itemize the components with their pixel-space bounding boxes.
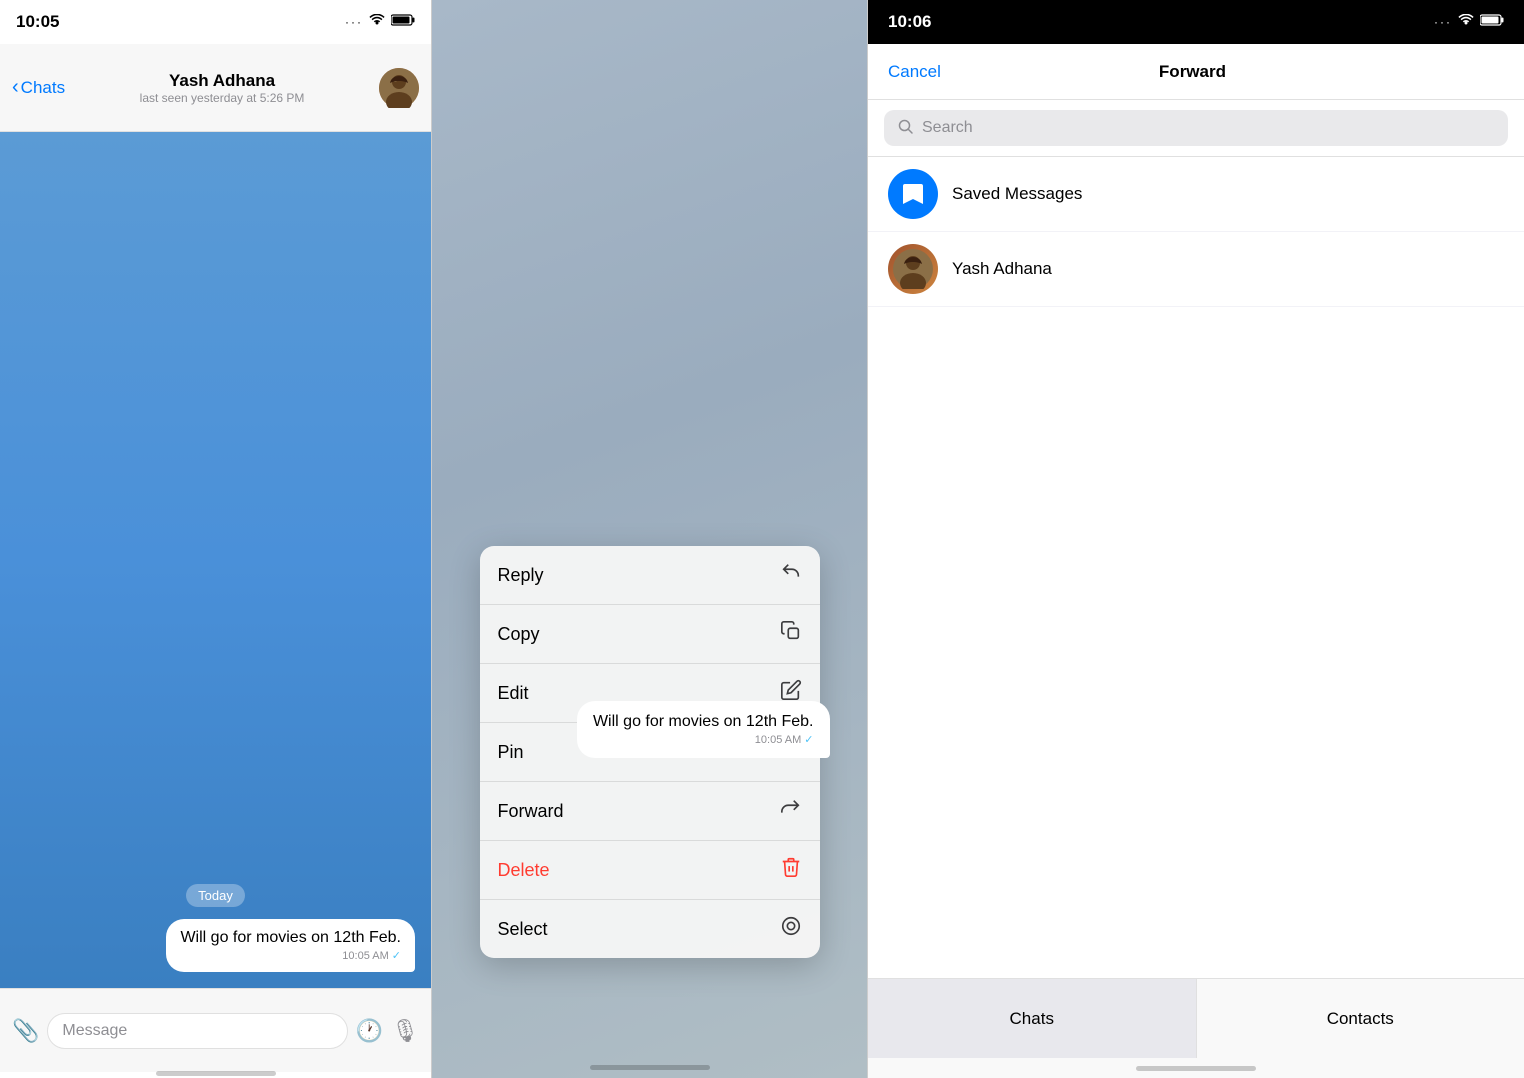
chat-header: ‹ Chats Yash Adhana last seen yesterday … bbox=[0, 44, 431, 132]
sticker-icon[interactable]: 🕐 bbox=[356, 1018, 383, 1044]
forward-home-indicator bbox=[868, 1058, 1524, 1078]
tab-chats-label: Chats bbox=[1010, 1009, 1054, 1029]
menu-item-forward-label: Forward bbox=[498, 801, 564, 822]
message-time: 10:05 AM bbox=[342, 950, 388, 962]
forward-list-item-yash[interactable]: Yash Adhana bbox=[868, 232, 1524, 307]
input-bar: 📎 Message 🕐 🎙 bbox=[0, 988, 431, 1072]
signal-icon: ··· bbox=[345, 15, 363, 29]
saved-messages-avatar bbox=[888, 169, 938, 219]
menu-item-reply-label: Reply bbox=[498, 565, 544, 586]
forward-signal-icon: ··· bbox=[1434, 15, 1452, 29]
menu-item-delete-label: Delete bbox=[498, 860, 550, 881]
context-home-indicator bbox=[590, 1065, 710, 1070]
menu-item-delete[interactable]: Delete bbox=[480, 841, 820, 900]
yash-avatar bbox=[888, 244, 938, 294]
select-icon bbox=[780, 915, 802, 943]
saved-messages-label: Saved Messages bbox=[952, 184, 1082, 204]
messages-area: Today Will go for movies on 12th Feb. 10… bbox=[0, 132, 431, 988]
cancel-button[interactable]: Cancel bbox=[888, 62, 941, 82]
mic-icon[interactable]: 🎙 bbox=[391, 1018, 419, 1044]
context-tick: ✓ bbox=[804, 733, 813, 746]
contact-status: last seen yesterday at 5:26 PM bbox=[140, 91, 305, 105]
home-bar bbox=[156, 1071, 276, 1076]
forward-title: Forward bbox=[1159, 62, 1226, 82]
search-input[interactable]: Search bbox=[884, 110, 1508, 146]
forward-panel: 10:06 ··· Cancel Forward Search bbox=[868, 0, 1524, 1078]
context-panel: Will go for movies on 12th Feb. 10:05 AM… bbox=[432, 0, 868, 1078]
forward-bottom-tabs: Chats Contacts bbox=[868, 978, 1524, 1058]
forward-status-time: 10:06 bbox=[888, 12, 931, 32]
delete-icon bbox=[780, 856, 802, 884]
back-label: Chats bbox=[21, 78, 65, 98]
forward-contact-list: Saved Messages Yash Adhana bbox=[868, 157, 1524, 978]
message-text: Will go for movies on 12th Feb. bbox=[180, 929, 401, 946]
copy-icon bbox=[780, 620, 802, 648]
forward-battery-icon bbox=[1480, 13, 1504, 31]
status-time: 10:05 bbox=[16, 12, 59, 32]
message-bubble[interactable]: Will go for movies on 12th Feb. 10:05 AM… bbox=[166, 919, 415, 972]
message-placeholder: Message bbox=[62, 1022, 127, 1040]
forward-status-bar: 10:06 ··· bbox=[868, 0, 1524, 44]
forward-wifi-icon bbox=[1458, 13, 1474, 31]
search-bar-container: Search bbox=[868, 100, 1524, 157]
home-indicator bbox=[0, 1072, 431, 1078]
context-meta: 10:05 AM ✓ bbox=[593, 733, 814, 746]
menu-item-select[interactable]: Select bbox=[480, 900, 820, 958]
forward-list-item-saved[interactable]: Saved Messages bbox=[868, 157, 1524, 232]
battery-icon bbox=[391, 13, 415, 31]
search-placeholder: Search bbox=[922, 119, 973, 137]
tab-chats[interactable]: Chats bbox=[868, 979, 1197, 1058]
forward-status-icons: ··· bbox=[1434, 13, 1504, 31]
date-label: Today bbox=[16, 884, 415, 907]
attach-icon[interactable]: 📎 bbox=[12, 1018, 39, 1044]
avatar[interactable] bbox=[379, 68, 419, 108]
menu-item-reply[interactable]: Reply bbox=[480, 546, 820, 605]
context-bubble-area: Will go for movies on 12th Feb. 10:05 AM… bbox=[470, 701, 830, 758]
menu-item-copy[interactable]: Copy bbox=[480, 605, 820, 664]
forward-icon bbox=[780, 797, 802, 825]
yash-adhana-label: Yash Adhana bbox=[952, 259, 1052, 279]
back-chevron-icon: ‹ bbox=[12, 76, 19, 99]
tab-contacts[interactable]: Contacts bbox=[1197, 979, 1524, 1058]
chat-panel: 10:05 ··· ‹ Chats Yash Adhana last seen … bbox=[0, 0, 432, 1078]
date-badge: Today bbox=[186, 884, 245, 907]
context-message-text: Will go for movies on 12th Feb. bbox=[593, 713, 814, 730]
message-tick: ✓ bbox=[392, 949, 401, 962]
context-time: 10:05 AM bbox=[755, 734, 801, 746]
message-meta: 10:05 AM ✓ bbox=[180, 949, 401, 962]
status-bar: 10:05 ··· bbox=[0, 0, 431, 44]
status-icons: ··· bbox=[345, 13, 415, 31]
context-message-bubble: Will go for movies on 12th Feb. 10:05 AM… bbox=[577, 701, 830, 758]
message-input[interactable]: Message bbox=[47, 1013, 347, 1049]
contact-name: Yash Adhana bbox=[169, 71, 275, 91]
wifi-icon bbox=[369, 13, 385, 31]
forward-home-bar bbox=[1136, 1066, 1256, 1071]
back-button[interactable]: ‹ Chats bbox=[12, 76, 65, 99]
contact-info: Yash Adhana last seen yesterday at 5:26 … bbox=[73, 71, 371, 105]
menu-item-copy-label: Copy bbox=[498, 624, 540, 645]
search-icon bbox=[898, 119, 914, 138]
forward-header: Cancel Forward bbox=[868, 44, 1524, 100]
tab-contacts-label: Contacts bbox=[1327, 1009, 1394, 1029]
menu-item-forward[interactable]: Forward bbox=[480, 782, 820, 841]
reply-icon bbox=[780, 561, 802, 589]
menu-item-select-label: Select bbox=[498, 919, 548, 940]
